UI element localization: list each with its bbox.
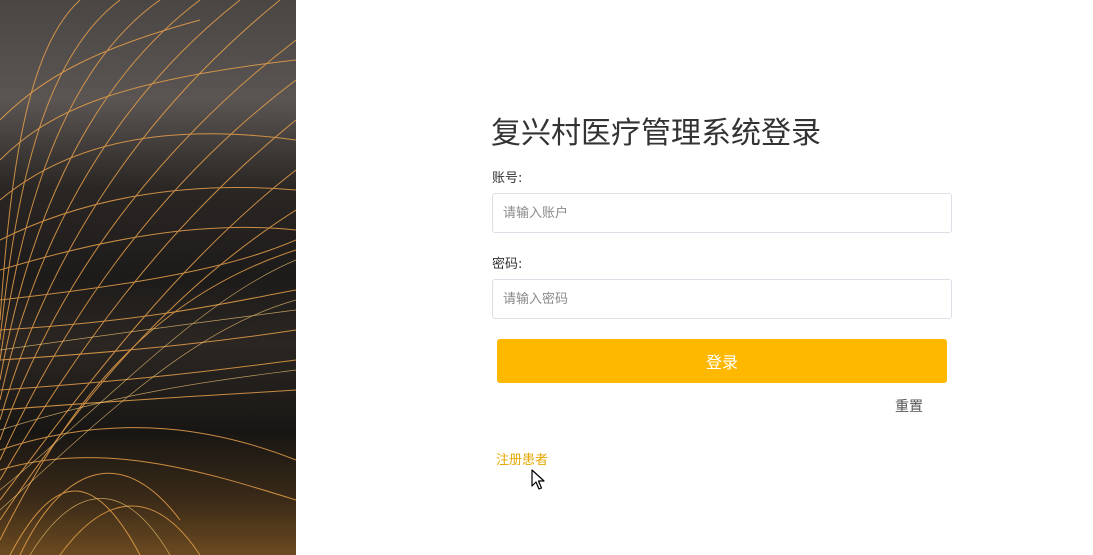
login-button[interactable]: 登录 xyxy=(497,339,947,383)
account-input[interactable] xyxy=(492,193,952,233)
password-input[interactable] xyxy=(492,279,952,319)
register-patient-link[interactable]: 注册患者 xyxy=(496,449,548,468)
sparks-illustration xyxy=(0,0,296,555)
account-label: 账号: xyxy=(492,171,523,186)
password-label: 密码: xyxy=(492,257,523,272)
sparks-background-image xyxy=(0,0,296,555)
login-page: 复兴村医疗管理系统登录 账号: 密码: 登录 重置 注册患者 xyxy=(0,0,1093,555)
mouse-pointer-icon xyxy=(531,469,545,490)
reset-link[interactable]: 重置 xyxy=(895,396,923,416)
page-title: 复兴村医疗管理系统登录 xyxy=(491,116,821,151)
